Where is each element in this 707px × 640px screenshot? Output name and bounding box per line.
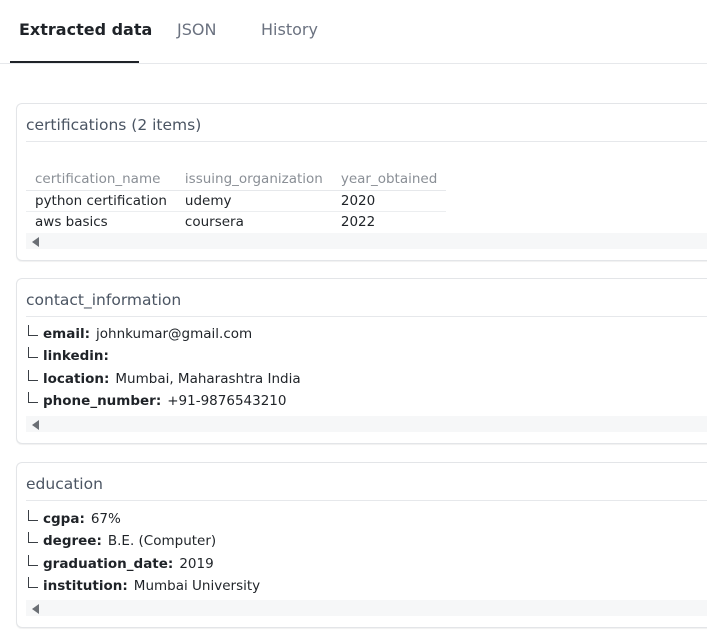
table-header-row: certification_name issuing_organization … (26, 169, 447, 191)
table-row: aws basics coursera 2022 (26, 211, 446, 232)
column-header: issuing_organization (175, 169, 332, 191)
tree-branch-icon (28, 577, 38, 588)
card-divider (26, 316, 707, 317)
tree-branch-icon (28, 325, 38, 336)
tree-branch-icon (28, 510, 38, 521)
certifications-table: certification_name issuing_organization … (26, 169, 447, 232)
field-value: johnkumar@gmail.com (96, 326, 253, 342)
horizontal-scrollbar[interactable] (26, 416, 707, 432)
field-key: phone_number: (43, 393, 162, 409)
field-key: location: (43, 371, 110, 387)
tab-extracted-data[interactable]: Extracted data (19, 0, 152, 64)
table-cell: 2022 (340, 213, 376, 230)
tab-history[interactable]: History (261, 0, 318, 64)
field-row-linkedin: linkedin: (28, 345, 115, 367)
tree-branch-icon (28, 347, 38, 358)
scroll-left-arrow-icon[interactable] (32, 237, 39, 247)
field-row-phone-number: phone_number: +91-9876543210 (28, 390, 287, 412)
field-value: Mumbai, Maharashtra India (115, 371, 301, 387)
scroll-left-arrow-icon[interactable] (32, 604, 39, 614)
field-value: +91-9876543210 (167, 393, 287, 409)
table-cell: 2020 (331, 190, 447, 212)
field-row-location: location: Mumbai, Maharashtra India (28, 368, 301, 390)
field-key: degree: (43, 533, 102, 549)
field-row-institution: institution: Mumbai University (28, 575, 260, 597)
table-cell: aws basics (35, 213, 108, 230)
certifications-card: certifications (2 items) certification_n… (16, 103, 707, 261)
horizontal-scrollbar[interactable] (26, 600, 707, 616)
horizontal-scrollbar[interactable] (26, 233, 707, 249)
field-row-graduation-date: graduation_date: 2019 (28, 553, 214, 575)
scroll-left-arrow-icon[interactable] (32, 420, 39, 430)
table-cell: coursera (184, 213, 244, 230)
table-cell: python certification (26, 190, 176, 212)
field-key: linkedin: (43, 348, 109, 364)
field-value: 67% (90, 511, 121, 527)
education-title: education (26, 475, 103, 493)
active-tab-indicator (10, 61, 139, 63)
field-value: B.E. (Computer) (107, 533, 217, 549)
tab-json[interactable]: JSON (177, 0, 216, 64)
tree-branch-icon (28, 555, 38, 566)
tree-branch-icon (28, 532, 38, 543)
field-row-degree: degree: B.E. (Computer) (28, 530, 216, 552)
field-key: email: (43, 326, 90, 342)
tree-branch-icon (28, 392, 38, 403)
card-divider (26, 141, 707, 142)
table-cell: udemy (175, 190, 332, 212)
field-row-email: email: johnkumar@gmail.com (28, 323, 252, 345)
field-key: institution: (43, 578, 128, 594)
field-key: cgpa: (43, 511, 85, 527)
contact-information-title: contact_information (26, 291, 182, 309)
field-key: graduation_date: (43, 556, 174, 572)
contact-information-card: contact_information email: johnkumar@gmai… (16, 278, 707, 444)
field-value: 2019 (179, 556, 214, 572)
tree-branch-icon (28, 370, 38, 381)
education-card: education cgpa: 67% degree: B.E. (Computer… (16, 462, 707, 628)
table-row: python certification udemy 2020 (26, 190, 447, 212)
tab-bar: Extracted data JSON History (0, 0, 707, 64)
field-row-cgpa: cgpa: 67% (28, 508, 121, 530)
column-header: certification_name (26, 169, 176, 191)
card-divider (26, 500, 707, 501)
field-value: Mumbai University (133, 578, 261, 594)
certifications-title: certifications (2 items) (26, 116, 202, 134)
column-header: year_obtained (331, 169, 447, 191)
